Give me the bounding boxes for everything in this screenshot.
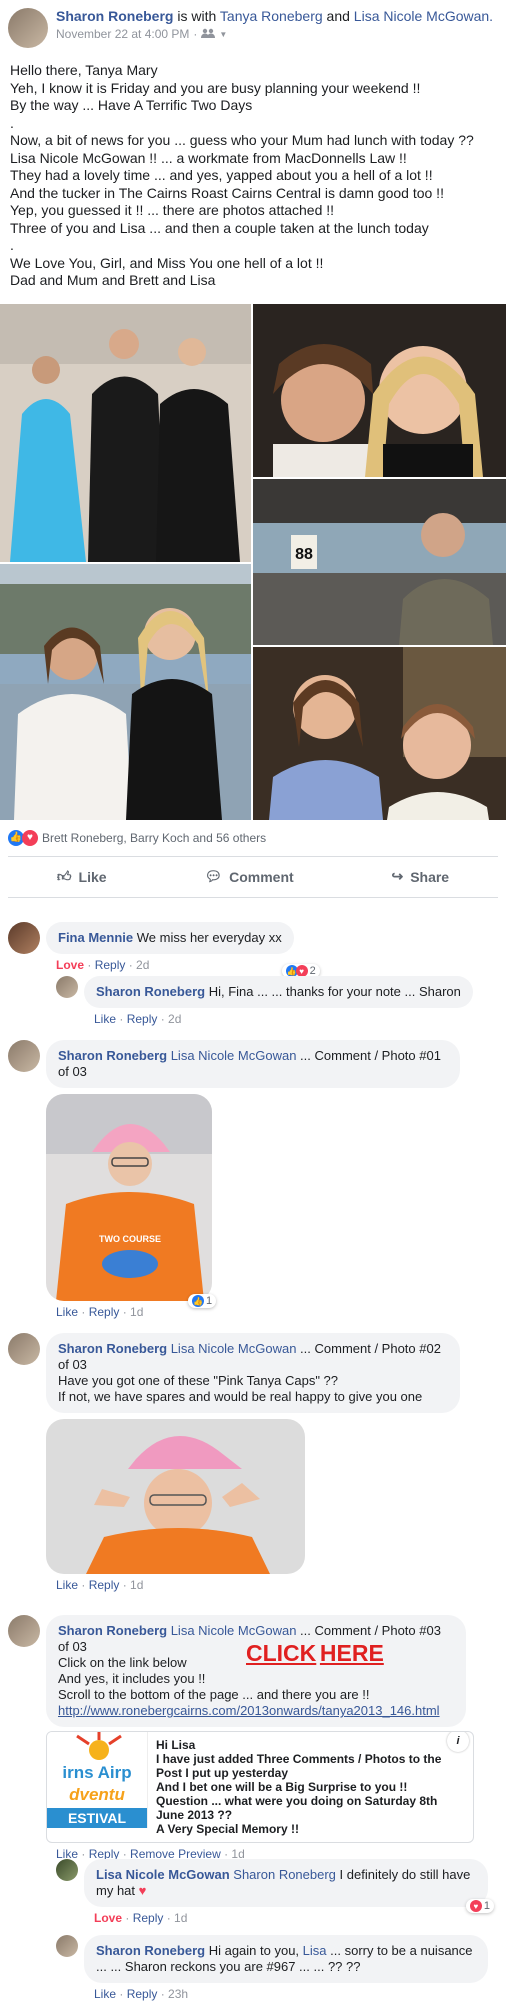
comment-button[interactable]: 💬︎ Comment: [204, 868, 293, 885]
commenter-name[interactable]: Lisa Nicole McGowan: [96, 1867, 230, 1882]
comment-text-line: Click on the link below: [58, 1655, 187, 1670]
comment-time[interactable]: 2d: [136, 958, 149, 972]
like-link[interactable]: Like: [94, 1012, 116, 1026]
reply-link[interactable]: Reply: [89, 1305, 120, 1319]
comment-photo[interactable]: TWO COURSE: [46, 1094, 212, 1301]
commenter-avatar[interactable]: [8, 922, 40, 954]
love-link[interactable]: Love: [94, 1911, 122, 1925]
comment-time[interactable]: 1d: [130, 1305, 143, 1319]
photo-5[interactable]: [253, 646, 506, 820]
commenter-avatar[interactable]: [8, 1615, 40, 1647]
photo-4[interactable]: [0, 563, 251, 820]
preview-logo-text-2: dventu: [69, 1785, 125, 1804]
comment-text: We miss her everyday xx: [136, 930, 282, 945]
love-link[interactable]: Love: [56, 958, 84, 972]
like-link[interactable]: Like: [56, 1578, 78, 1592]
share-icon: ↪: [391, 868, 404, 884]
comment-bubble: Fina Mennie We miss her everyday xx: [46, 922, 294, 954]
like-link[interactable]: Like: [94, 1987, 116, 2001]
comment: Sharon Roneberg Lisa Nicole McGowan ... …: [8, 1040, 466, 1319]
commenter-name[interactable]: Sharon Roneberg: [96, 1943, 205, 1958]
photo-grid: 88: [0, 303, 506, 820]
comment-text-line: Scroll to the bottom of the page ... and…: [58, 1687, 370, 1702]
commenter-avatar[interactable]: [56, 976, 78, 998]
comment-icon: 💬︎: [204, 868, 223, 884]
reply-link[interactable]: Reply: [95, 958, 126, 972]
preview-logo-text-3: ESTIVAL: [68, 1810, 127, 1826]
reactions-text[interactable]: Brett Roneberg, Barry Koch and 56 others: [42, 831, 266, 845]
commenter-name[interactable]: Sharon Roneberg: [58, 1623, 167, 1638]
reply-link[interactable]: Reply: [127, 1987, 158, 2001]
table-number-sign: 88: [295, 546, 313, 563]
comment-photo[interactable]: [46, 1419, 305, 1574]
like-button[interactable]: 👍︎ Like: [57, 868, 107, 885]
facebook-post-page: Sharon Roneberg is with Tanya Roneberg a…: [0, 0, 506, 2005]
post-header: Sharon Roneberg is with Tanya Roneberg a…: [0, 0, 506, 48]
click-here-banner[interactable]: CLICK HERE: [246, 1642, 384, 1665]
comment-url-link[interactable]: http://www.ronebergcairns.com/2013onward…: [58, 1703, 440, 1718]
commenter-avatar[interactable]: [56, 1935, 78, 1957]
commenter-name[interactable]: Sharon Roneberg: [58, 1341, 167, 1356]
author-avatar[interactable]: [8, 8, 48, 48]
comment-reactions-badge[interactable]: ♥ 1: [465, 1899, 494, 1913]
info-icon[interactable]: i: [447, 1732, 469, 1752]
comment-reactions-badge[interactable]: 👍 1: [188, 1294, 217, 1308]
friends-icon[interactable]: [201, 27, 216, 41]
preview-logo: irns Airp dventu ESTIVAL: [47, 1732, 148, 1828]
comment-time[interactable]: 2d: [168, 1012, 181, 1026]
share-button[interactable]: ↪ Share: [391, 868, 449, 885]
comment-time[interactable]: 23h: [168, 1987, 188, 2001]
link-preview-card[interactable]: irns Airp dventu ESTIVAL Hi Lisa I have …: [46, 1731, 474, 1843]
shirt-print-text: TWO COURSE: [99, 1234, 161, 1244]
reply-comment: Sharon Roneberg Hi, Fina ... ... thanks …: [56, 976, 473, 1026]
commenter-name[interactable]: Sharon Roneberg: [58, 1048, 167, 1063]
tagged-person-1[interactable]: Tanya Roneberg: [220, 8, 323, 24]
comment-time[interactable]: 1d: [130, 1578, 143, 1592]
comment-text: Hi, Fina ... ... thanks for your note ..…: [208, 984, 461, 999]
tagged-person[interactable]: Lisa Nicole McGowan: [171, 1341, 297, 1356]
and-text: and: [326, 8, 350, 24]
commenter-avatar[interactable]: [8, 1333, 40, 1365]
like-link[interactable]: Like: [56, 1305, 78, 1319]
commenter-avatar[interactable]: [56, 1859, 78, 1881]
reply-comment: Lisa Nicole McGowan Sharon Roneberg I de…: [56, 1859, 494, 1925]
tagged-person[interactable]: Lisa Nicole McGowan: [171, 1048, 297, 1063]
tagged-person[interactable]: Lisa Nicole McGowan: [171, 1623, 297, 1638]
reply-comment: Sharon Roneberg Hi again to you, Lisa ..…: [56, 1935, 494, 2001]
comment-text: Hi again to you,: [208, 1943, 300, 1958]
comment: Fina Mennie We miss her everyday xx 👍 ♥ …: [8, 922, 320, 978]
comment-text-line: If not, we have spares and would be real…: [58, 1389, 423, 1404]
preview-logo-text-1: irns Airp: [62, 1763, 131, 1782]
tagged-person[interactable]: Sharon Roneberg: [233, 1867, 336, 1882]
commenter-name[interactable]: Fina Mennie: [58, 930, 133, 945]
post-actions-bar: 👍︎ Like 💬︎ Comment ↪ Share: [8, 855, 498, 898]
comment: Sharon Roneberg Lisa Nicole McGowan ... …: [8, 1615, 474, 1861]
heart-icon: ♥: [138, 1883, 147, 1898]
reply-link[interactable]: Reply: [89, 1578, 120, 1592]
love-reaction-icon: ♥: [22, 829, 38, 846]
thumbs-up-icon: 👍︎: [56, 868, 72, 884]
reply-link[interactable]: Reply: [133, 1911, 164, 1925]
comment: Sharon Roneberg Lisa Nicole McGowan ... …: [8, 1333, 466, 1592]
comment-time[interactable]: 1d: [174, 1911, 187, 1925]
reply-link[interactable]: Reply: [127, 1012, 158, 1026]
tagged-person-2[interactable]: Lisa Nicole McGowan.: [354, 8, 493, 24]
comment-text-line: Have you got one of these "Pink Tanya Ca…: [58, 1373, 339, 1388]
with-text: is with: [177, 8, 217, 24]
photo-2[interactable]: [253, 303, 506, 477]
photo-3[interactable]: 88: [253, 478, 506, 645]
post-timestamp[interactable]: November 22 at 4:00 PM: [56, 27, 189, 41]
comment-text-line: And yes, it includes you !!: [58, 1671, 206, 1686]
photo-1[interactable]: [0, 303, 251, 562]
tagged-person[interactable]: Lisa: [303, 1943, 327, 1958]
post-body-text: Hello there, Tanya Mary Yeh, I know it i…: [10, 62, 474, 288]
commenter-name[interactable]: Sharon Roneberg: [96, 984, 205, 999]
author-name[interactable]: Sharon Roneberg: [56, 8, 173, 24]
post-header-text: Sharon Roneberg is with Tanya Roneberg a…: [56, 8, 493, 25]
commenter-avatar[interactable]: [8, 1040, 40, 1072]
chevron-down-icon[interactable]: ▼: [219, 30, 227, 39]
preview-text: Hi Lisa I have just added Three Comments…: [156, 1738, 442, 1836]
reactions-summary[interactable]: 👍 ♥ Brett Roneberg, Barry Koch and 56 ot…: [0, 820, 506, 856]
